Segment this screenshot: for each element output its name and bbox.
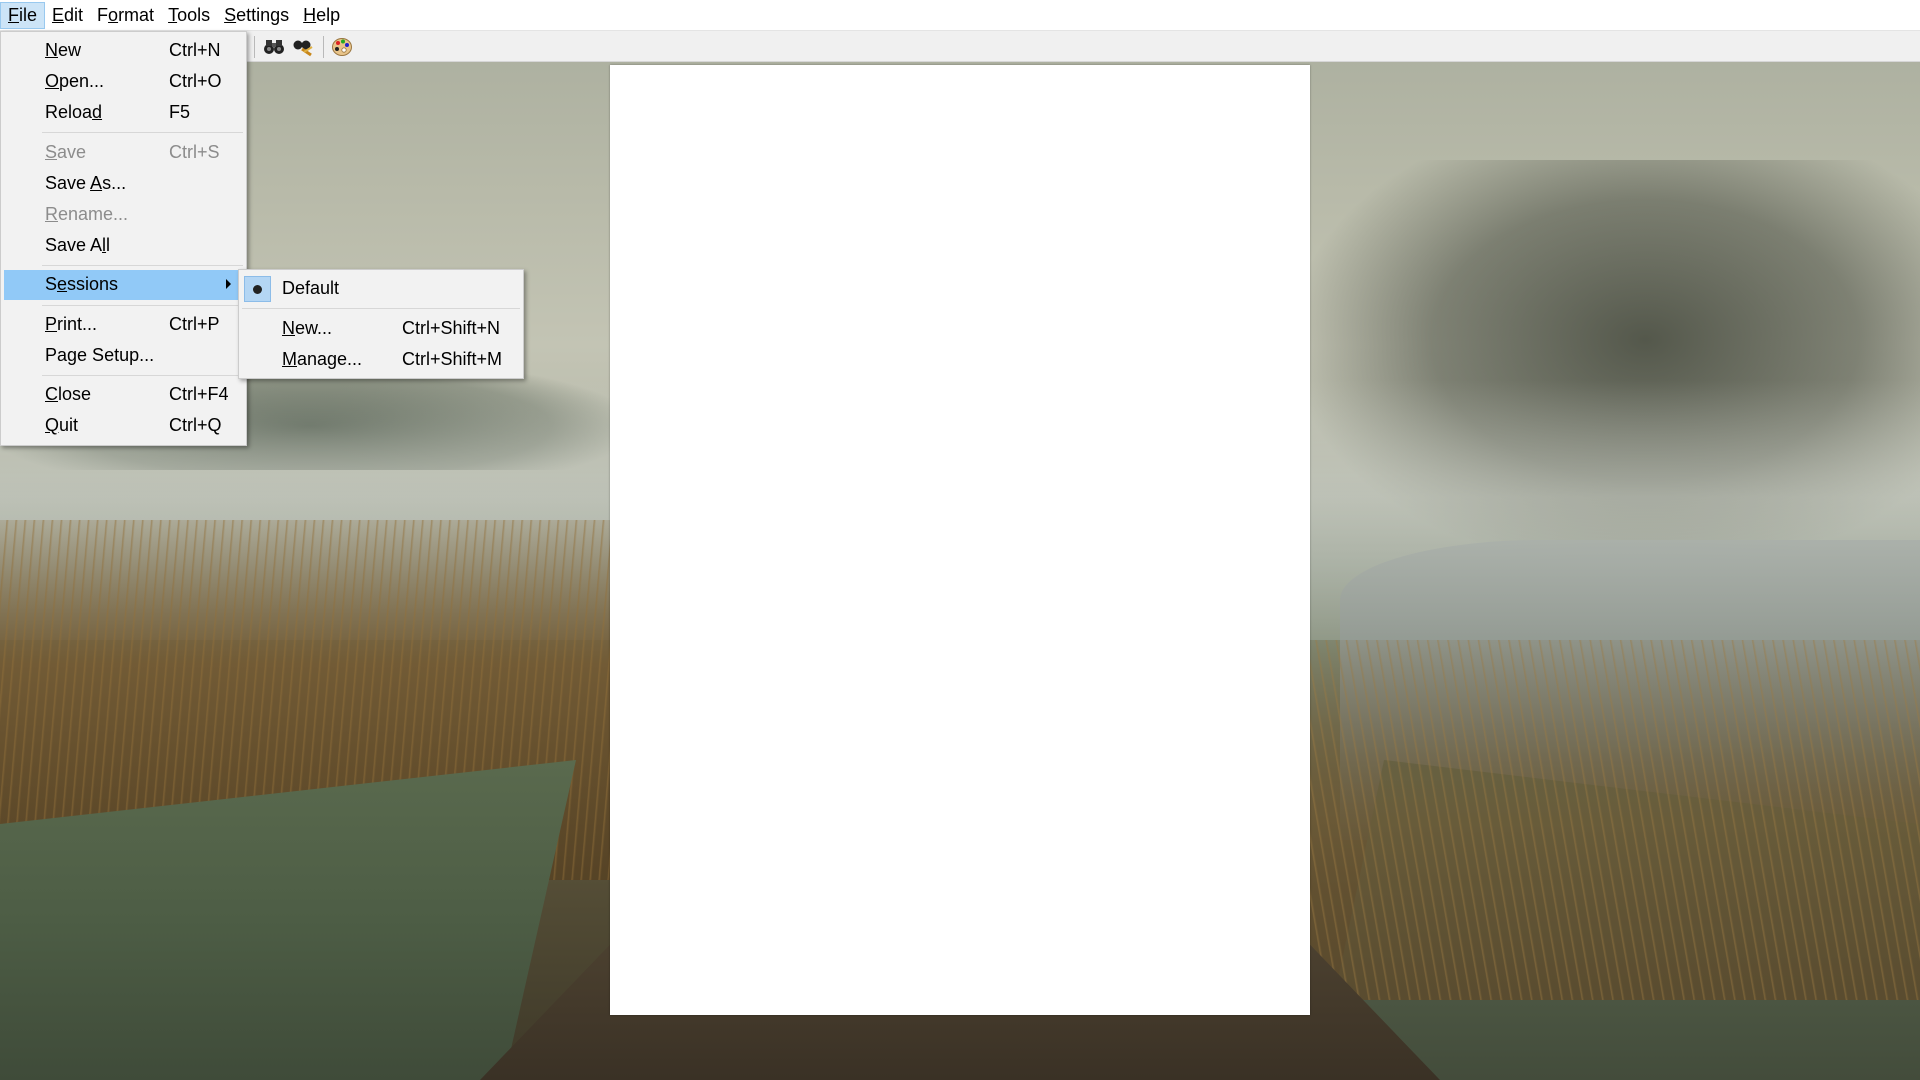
submenu-arrow-icon	[226, 279, 231, 289]
menu-item-shortcut: Ctrl+Q	[169, 415, 222, 435]
file-save-as-item[interactable]: Save As...	[4, 169, 243, 198]
menu-item-shortcut: Ctrl+P	[169, 314, 220, 334]
menu-item-label: Save	[45, 142, 87, 162]
file-close-item[interactable]: Close Ctrl+F4	[4, 380, 243, 409]
toolbar-separator	[323, 36, 324, 58]
menu-item-shortcut: Ctrl+S	[169, 142, 220, 162]
file-print-item[interactable]: Print... Ctrl+P	[4, 310, 243, 339]
file-rename-item[interactable]: Rename...	[4, 200, 243, 229]
menu-item-label: Print...	[45, 314, 98, 334]
menu-item-label: Save All	[45, 235, 111, 255]
menu-item-label: Default	[282, 278, 340, 298]
menu-separator	[42, 132, 243, 133]
menu-item-label: Rename...	[45, 204, 129, 224]
menu-item-label: Open...	[45, 71, 105, 91]
menu-item-shortcut: Ctrl+Shift+N	[402, 318, 501, 338]
menu-separator	[42, 305, 243, 306]
menu-item-shortcut: Ctrl+N	[169, 40, 221, 60]
find-binoculars-icon[interactable]	[262, 35, 286, 59]
session-new-item[interactable]: New... Ctrl+Shift+N	[242, 314, 520, 343]
document-page[interactable]	[610, 65, 1310, 1015]
session-default-item[interactable]: Default	[242, 274, 520, 305]
menu-edit[interactable]: Edit	[45, 2, 90, 29]
file-page-setup-item[interactable]: Page Setup...	[4, 341, 243, 370]
menu-item-label: Manage...	[282, 349, 363, 369]
toolbar-separator	[254, 36, 255, 58]
file-new-item[interactable]: New Ctrl+N	[4, 36, 243, 65]
menu-item-shortcut: Ctrl+F4	[169, 384, 229, 404]
file-menu: New Ctrl+N Open... Ctrl+O Reload F5 Save…	[0, 31, 247, 446]
menu-item-label: Quit	[45, 415, 79, 435]
file-save-item[interactable]: Save Ctrl+S	[4, 138, 243, 167]
file-save-all-item[interactable]: Save All	[4, 231, 243, 260]
menu-item-label: Close	[45, 384, 92, 404]
sessions-submenu: Default New... Ctrl+Shift+N Manage... Ct…	[238, 269, 524, 379]
menu-item-label: New...	[282, 318, 333, 338]
menu-item-label: Save As...	[45, 173, 127, 193]
file-open-item[interactable]: Open... Ctrl+O	[4, 67, 243, 96]
menu-item-shortcut: Ctrl+O	[169, 71, 222, 91]
menu-item-label: Page Setup...	[45, 345, 155, 365]
menu-file[interactable]: File	[0, 1, 46, 29]
menu-separator	[42, 265, 243, 266]
session-manage-item[interactable]: Manage... Ctrl+Shift+M	[242, 345, 520, 374]
radio-selected-icon	[244, 276, 271, 302]
find-replace-icon[interactable]	[291, 35, 315, 59]
menu-item-label: Sessions	[45, 274, 119, 294]
file-sessions-item[interactable]: Sessions	[4, 270, 243, 300]
color-palette-icon[interactable]	[330, 35, 354, 59]
menu-separator	[42, 375, 243, 376]
menubar: File Edit Format Tools Settings Help	[0, 0, 1920, 31]
background-reeds-right	[1300, 640, 1920, 1000]
menu-tools[interactable]: Tools	[161, 2, 217, 29]
file-quit-item[interactable]: Quit Ctrl+Q	[4, 411, 243, 440]
menu-settings[interactable]: Settings	[217, 2, 296, 29]
menu-item-shortcut: F5	[169, 102, 191, 122]
menu-item-label: Reload	[45, 102, 103, 122]
menu-help[interactable]: Help	[296, 2, 347, 29]
toolbar	[0, 31, 1920, 62]
menu-separator	[242, 308, 520, 309]
file-reload-item[interactable]: Reload F5	[4, 98, 243, 127]
menu-item-label: New	[45, 40, 82, 60]
menu-format[interactable]: Format	[90, 2, 161, 29]
menu-item-shortcut: Ctrl+Shift+M	[402, 349, 503, 369]
